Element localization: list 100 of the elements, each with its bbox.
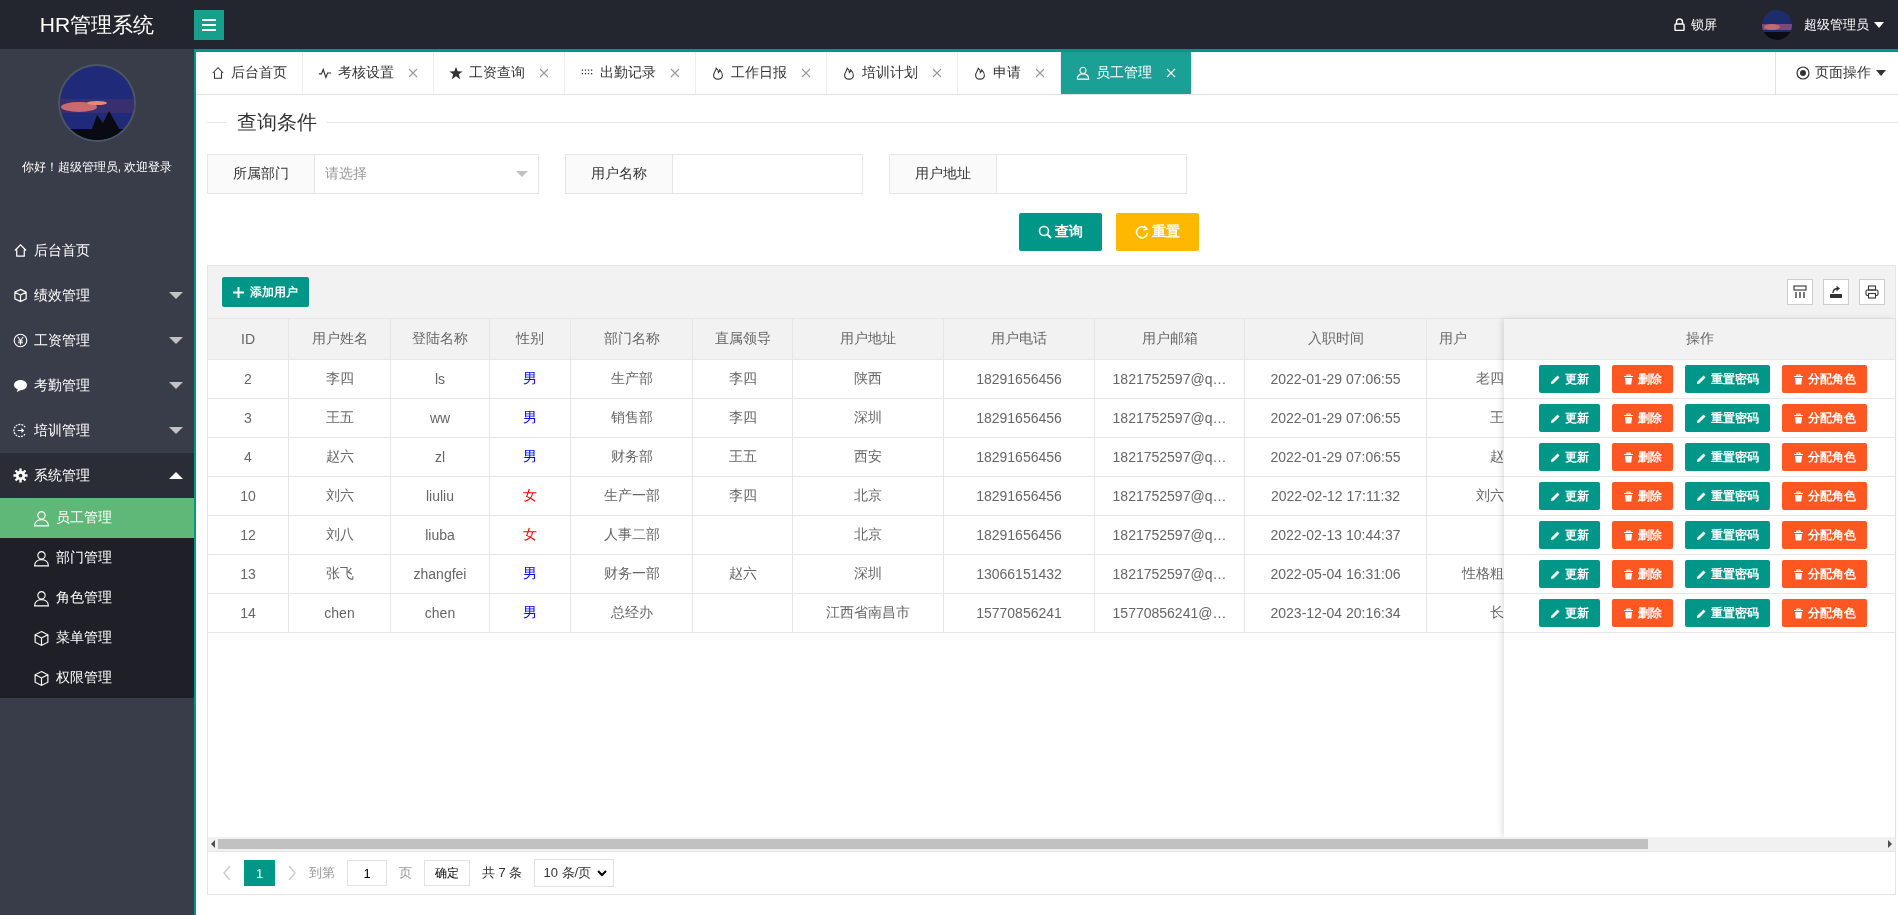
page-tab[interactable]: 工资查询 — [434, 52, 565, 94]
export-icon — [1829, 285, 1843, 299]
sidebar-subitem[interactable]: 菜单管理 — [0, 618, 194, 658]
delete-button[interactable]: 分配角色 — [1781, 365, 1867, 393]
field-label: 所属部门 — [207, 154, 315, 194]
add-user-button[interactable]: 添加用户 — [222, 277, 309, 307]
search-button[interactable]: 查询 — [1019, 213, 1102, 251]
edit-button[interactable]: 重置密码 — [1684, 404, 1770, 432]
page-tab[interactable]: 工作日报 — [696, 52, 827, 94]
edit-button[interactable]: 重置密码 — [1684, 560, 1770, 588]
input-field[interactable] — [997, 154, 1187, 194]
close-icon[interactable] — [1035, 68, 1045, 78]
edit-button[interactable]: 重置密码 — [1684, 482, 1770, 510]
close-icon[interactable] — [408, 68, 418, 78]
table-cell: 刘六 — [1476, 487, 1504, 505]
delete-button[interactable]: 分配角色 — [1781, 560, 1867, 588]
table-cell: 18291656456 — [976, 527, 1062, 543]
close-icon[interactable] — [539, 68, 549, 78]
table-cell: 刘六 — [325, 487, 354, 505]
page-actions-menu[interactable]: 页面操作 — [1775, 52, 1898, 94]
delete-button[interactable]: 分配角色 — [1781, 599, 1867, 627]
close-icon[interactable] — [932, 68, 942, 78]
edit-button[interactable]: 重置密码 — [1684, 443, 1770, 471]
delete-button[interactable]: 删除 — [1611, 443, 1673, 471]
column-header: 用户电话 — [944, 319, 1095, 359]
table-cell: 西安 — [854, 448, 882, 466]
plus-icon — [233, 286, 244, 298]
sidebar-subitem[interactable]: 部门管理 — [0, 538, 194, 578]
delete-button[interactable]: 删除 — [1611, 404, 1673, 432]
sidebar-subitem[interactable]: 员工管理 — [0, 498, 194, 538]
trash-icon — [1792, 490, 1804, 502]
caret-icon — [169, 292, 183, 299]
delete-button[interactable]: 分配角色 — [1781, 482, 1867, 510]
table-cell: 13066151432 — [976, 566, 1062, 582]
export-button[interactable] — [1823, 279, 1849, 305]
page-tab[interactable]: 员工管理 — [1061, 52, 1192, 94]
delete-button[interactable]: 分配角色 — [1781, 443, 1867, 471]
print-button[interactable] — [1859, 279, 1885, 305]
edit-button[interactable]: 更新 — [1538, 521, 1600, 549]
page-input[interactable]: 1 — [347, 860, 387, 886]
user-menu[interactable]: 超级管理员 — [1804, 15, 1884, 34]
edit-button[interactable]: 重置密码 — [1684, 599, 1770, 627]
sidebar-subitem[interactable]: 权限管理 — [0, 658, 194, 698]
table-cell: 性格粗 — [1462, 565, 1504, 583]
column-header: 操作 — [1684, 329, 1715, 348]
table-cell: 4 — [244, 449, 252, 465]
trash-icon — [1622, 373, 1634, 385]
sidebar-item[interactable]: 后台首页 — [0, 228, 194, 273]
sidebar-item[interactable]: 培训管理 — [0, 408, 194, 453]
table-cell: 15770856241@… — [1112, 605, 1227, 621]
pencil-icon — [1695, 607, 1707, 619]
delete-button[interactable]: 删除 — [1611, 599, 1673, 627]
delete-button[interactable]: 分配角色 — [1781, 404, 1867, 432]
edit-button[interactable]: 更新 — [1538, 560, 1600, 588]
edit-button[interactable]: 更新 — [1538, 365, 1600, 393]
input-field[interactable] — [673, 154, 863, 194]
pencil-icon — [1695, 568, 1707, 580]
page-tab[interactable]: 考核设置 — [303, 52, 434, 94]
page-number[interactable]: 1 — [244, 860, 275, 886]
lock-screen-link[interactable]: 锁屏 — [1674, 15, 1717, 34]
close-icon[interactable] — [801, 68, 811, 78]
edit-button[interactable]: 重置密码 — [1684, 365, 1770, 393]
delete-button[interactable]: 删除 — [1611, 521, 1673, 549]
edit-button[interactable]: 更新 — [1538, 482, 1600, 510]
department-select[interactable]: 请选择 — [315, 154, 539, 194]
page-tab[interactable]: 培训计划 — [827, 52, 958, 94]
next-page-icon[interactable] — [287, 865, 297, 881]
sidebar-item[interactable]: 系统管理 — [0, 453, 194, 498]
column-header: 用户邮箱 — [1095, 319, 1245, 359]
sidebar-item[interactable]: 工资管理 — [0, 318, 194, 363]
previous-page-icon[interactable] — [222, 865, 232, 881]
table-cell: 张飞 — [325, 565, 354, 583]
edit-button[interactable]: 更新 — [1538, 404, 1600, 432]
sidebar-item[interactable]: 绩效管理 — [0, 273, 194, 318]
delete-button[interactable]: 删除 — [1611, 482, 1673, 510]
delete-button[interactable]: 删除 — [1611, 560, 1673, 588]
page-size-select[interactable]: 10 条/页 — [534, 859, 615, 887]
sidebar-subitem[interactable]: 角色管理 — [0, 578, 194, 618]
user-icon — [33, 509, 50, 527]
horizontal-scrollbar[interactable] — [208, 837, 1895, 851]
edit-button[interactable]: 更新 — [1538, 599, 1600, 627]
page-tab[interactable]: 后台首页 — [196, 52, 303, 94]
radio-icon — [1796, 66, 1810, 80]
column-header: 入职时间 — [1245, 319, 1427, 359]
pencil-icon — [1549, 529, 1561, 541]
table-cell: 财务一部 — [603, 565, 660, 583]
table-cell: zl — [434, 449, 446, 465]
columns-button[interactable] — [1787, 279, 1813, 305]
menu-toggle-button[interactable] — [194, 9, 224, 40]
confirm-button[interactable]: 确定 — [424, 860, 470, 886]
close-icon[interactable] — [670, 68, 680, 78]
table-cell: 北京 — [854, 487, 882, 505]
page-tab[interactable]: 出勤记录 — [565, 52, 696, 94]
refresh-icon — [1135, 225, 1149, 239]
sidebar-item[interactable]: 考勤管理 — [0, 363, 194, 408]
edit-button[interactable]: 更新 — [1538, 443, 1600, 471]
delete-button[interactable]: 分配角色 — [1781, 521, 1867, 549]
table-cell: 生产部 — [610, 370, 653, 388]
delete-button[interactable]: 删除 — [1611, 365, 1673, 393]
edit-button[interactable]: 重置密码 — [1684, 521, 1770, 549]
